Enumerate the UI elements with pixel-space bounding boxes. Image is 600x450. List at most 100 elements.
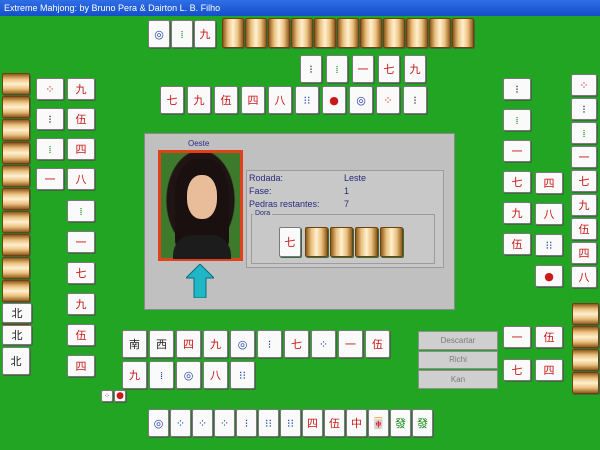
turn-arrow-icon bbox=[186, 264, 214, 298]
pedras-label: Pedras restantes: bbox=[249, 199, 320, 209]
wall-tile-back bbox=[2, 165, 30, 187]
tile-glyph: ⁘ bbox=[219, 416, 230, 430]
west-discard: ⁝ bbox=[36, 108, 64, 130]
dora-tile-back bbox=[305, 227, 328, 257]
north-discard: ⁝ bbox=[403, 86, 427, 114]
north-discard: 九 bbox=[187, 86, 211, 114]
wall-tile-back bbox=[222, 18, 244, 48]
west-discard: 四 bbox=[67, 138, 95, 160]
player-hand-tile[interactable]: ⁝⁝ bbox=[230, 361, 255, 389]
player-hand-tile[interactable]: ⁝ bbox=[257, 330, 282, 358]
wall-tile-back bbox=[406, 18, 428, 48]
tile-glyph: 一 bbox=[511, 144, 523, 158]
north-discard: ◎ bbox=[349, 86, 373, 114]
east-discard: 八 bbox=[535, 203, 563, 225]
tile-glyph: 四 bbox=[578, 246, 590, 260]
wall-tile-back bbox=[572, 372, 599, 394]
descartar-button[interactable]: Descartar bbox=[418, 331, 498, 350]
wall-tile-back bbox=[2, 96, 30, 118]
east-hand-tile: 一 bbox=[571, 146, 597, 168]
tile-glyph: ⁞ bbox=[79, 204, 83, 218]
west-discard: 八 bbox=[67, 168, 95, 190]
rodada-value: Leste bbox=[344, 173, 367, 183]
wall-tile-back bbox=[572, 349, 599, 371]
west-hand-tile: 北 bbox=[2, 325, 32, 345]
tile-glyph: ⁝ bbox=[267, 337, 272, 351]
tile-glyph: 一 bbox=[75, 235, 87, 249]
tile-glyph: 伍 bbox=[543, 330, 555, 344]
tile-glyph: ● bbox=[544, 269, 554, 283]
tile-glyph: 一 bbox=[345, 337, 356, 351]
player-hand-tile[interactable]: 四 bbox=[176, 330, 201, 358]
die: ● bbox=[114, 390, 126, 402]
bottom-discard: 發 bbox=[390, 409, 411, 437]
bottom-discard: 伍 bbox=[324, 409, 345, 437]
east-discard: 一 bbox=[503, 140, 531, 162]
west-discard: 伍 bbox=[67, 324, 95, 346]
fase-label: Fase: bbox=[249, 186, 272, 196]
east-discard: 伍 bbox=[503, 233, 531, 255]
richi-button[interactable]: Richi bbox=[418, 351, 498, 369]
wall-tile-back bbox=[2, 257, 30, 279]
player-hand-tile[interactable]: 南 bbox=[122, 330, 147, 358]
bottom-discard: 🀄 bbox=[368, 409, 389, 437]
player-hand-tile[interactable]: ◎ bbox=[230, 330, 255, 358]
wall-tile-back bbox=[268, 18, 290, 48]
tile-glyph: 伍 bbox=[578, 222, 590, 236]
player-hand-tile[interactable]: 伍 bbox=[365, 330, 390, 358]
window-title: Extreme Mahjong: by Bruno Pera & Dairton… bbox=[0, 0, 600, 16]
player-hand-tile[interactable]: ⁘ bbox=[311, 330, 336, 358]
pedras-value: 7 bbox=[344, 199, 350, 209]
tile-glyph: 一 bbox=[511, 330, 523, 344]
wall-tile-back bbox=[314, 18, 336, 48]
wall-tile-back bbox=[245, 18, 267, 48]
dora-tile-back bbox=[330, 227, 353, 257]
wall-tile-back bbox=[2, 142, 30, 164]
tile-glyph: 中 bbox=[351, 416, 362, 430]
tile-glyph: ⁝⁝ bbox=[287, 416, 294, 430]
tile-glyph: ⁝ bbox=[582, 102, 586, 116]
player-hand-tile[interactable]: 一 bbox=[338, 330, 363, 358]
north-discard: ⁝ bbox=[300, 55, 322, 83]
tile-glyph: ⁞ bbox=[159, 368, 164, 382]
player-name: Oeste bbox=[188, 139, 210, 148]
player-hand-tile[interactable]: 西 bbox=[149, 330, 174, 358]
tile-glyph: 四 bbox=[307, 416, 318, 430]
portrait-face bbox=[187, 175, 217, 219]
player-hand-tile[interactable]: 八 bbox=[203, 361, 228, 389]
tile-glyph: 九 bbox=[75, 297, 87, 311]
east-discard: 伍 bbox=[535, 326, 563, 348]
tile-glyph: 伍 bbox=[372, 337, 383, 351]
tile-glyph: ◎ bbox=[154, 27, 164, 41]
north-discard: ● bbox=[322, 86, 346, 114]
kan-button[interactable]: Kan bbox=[418, 370, 498, 389]
wall-tile-back bbox=[2, 234, 30, 256]
tile-glyph: ⁝ bbox=[48, 112, 52, 126]
north-discard: 四 bbox=[241, 86, 265, 114]
dora-label: Dora bbox=[253, 210, 273, 217]
bottom-discard: 中 bbox=[346, 409, 367, 437]
west-discard: 九 bbox=[67, 78, 95, 100]
east-discard: ⁞ bbox=[503, 109, 531, 131]
wall-tile-back bbox=[572, 303, 599, 325]
player-hand-tile[interactable]: 九 bbox=[203, 330, 228, 358]
tile-glyph: 九 bbox=[199, 27, 211, 41]
player-hand-tile[interactable]: 九 bbox=[122, 361, 147, 389]
tile-glyph: ◎ bbox=[153, 416, 164, 430]
player-hand-tile[interactable]: 七 bbox=[284, 330, 309, 358]
bottom-discard: ⁘ bbox=[170, 409, 191, 437]
west-discard: 四 bbox=[67, 355, 95, 377]
tile-glyph: ◎ bbox=[183, 368, 194, 382]
north-discard: 八 bbox=[268, 86, 292, 114]
player-hand-tile[interactable]: ⁞ bbox=[149, 361, 174, 389]
tile-glyph: ⁞ bbox=[180, 27, 184, 41]
player-hand-tile[interactable]: ◎ bbox=[176, 361, 201, 389]
wall-tile-back bbox=[452, 18, 474, 48]
tile-glyph: 伍 bbox=[220, 93, 232, 107]
tile-glyph: 北 bbox=[11, 328, 23, 342]
east-discard: ● bbox=[535, 265, 563, 287]
west-discard: ⁞ bbox=[67, 200, 95, 222]
tile-glyph: ◎ bbox=[237, 337, 248, 351]
tile-glyph: ◎ bbox=[356, 93, 366, 107]
tile-glyph: ⁞ bbox=[515, 113, 519, 127]
